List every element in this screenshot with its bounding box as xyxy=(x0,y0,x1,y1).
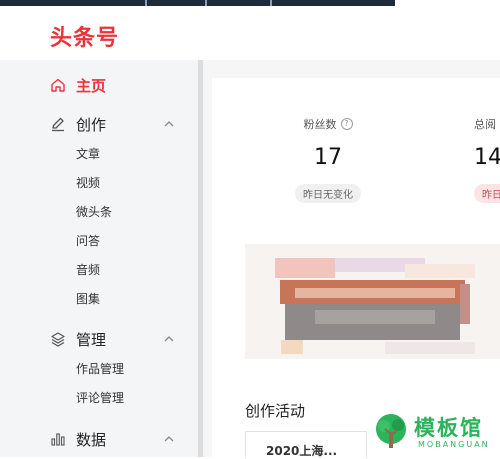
sidebar-item-home[interactable]: 主页 xyxy=(50,74,106,96)
stat-followers[interactable]: 粉丝数 ? 17 昨日无变化 xyxy=(288,116,368,203)
sidebar-item-qa[interactable]: 问答 xyxy=(76,233,100,249)
stat-label: 粉丝数 xyxy=(303,118,337,131)
toutiao-logo[interactable]: 头条号 xyxy=(50,20,119,52)
app-header: 头条号 xyxy=(0,6,500,60)
chevron-up-icon[interactable] xyxy=(163,118,175,130)
sidebar-group-data[interactable]: 数据 xyxy=(50,428,106,450)
activity-title: 2020上海... xyxy=(266,444,338,458)
sidebar-item-works-manage[interactable]: 作品管理 xyxy=(76,361,124,377)
sidebar-item-label: 主页 xyxy=(76,76,107,95)
promo-banner-blurred[interactable] xyxy=(245,244,500,359)
sidebar-item-comments-manage[interactable]: 评论管理 xyxy=(76,390,124,406)
stat-value: 17 xyxy=(314,145,342,170)
watermark-cn: 模板馆 xyxy=(414,416,483,440)
sidebar-group-create[interactable]: 创作 xyxy=(50,113,106,135)
stat-change-badge: 昨日无变化 xyxy=(295,184,361,203)
question-circle-icon[interactable]: ? xyxy=(340,118,353,130)
pen-icon xyxy=(50,116,66,132)
bar-chart-icon xyxy=(50,431,66,447)
sidebar-item-weitoutiao[interactable]: 微头条 xyxy=(76,204,112,220)
chevron-up-icon[interactable] xyxy=(163,333,175,345)
watermark: 模板馆 MOBANGUAN xyxy=(368,410,500,454)
sidebar-item-video[interactable]: 视频 xyxy=(76,175,100,191)
sidebar-item-gallery[interactable]: 图集 xyxy=(76,291,100,307)
sidebar-item-audio[interactable]: 音频 xyxy=(76,262,100,278)
sidebar-item-label: 创作 xyxy=(76,115,107,134)
section-title-activities: 创作活动 xyxy=(245,402,306,420)
sidebar-group-manage[interactable]: 管理 xyxy=(50,328,106,350)
sidebar-item-label: 数据 xyxy=(76,430,107,449)
stat-label: 总阅 xyxy=(474,118,496,131)
home-icon xyxy=(50,77,66,93)
sidebar-item-label: 管理 xyxy=(76,330,107,349)
stat-value: 14 xyxy=(474,145,500,170)
stat-change-badge: 昨日 xyxy=(474,184,500,203)
chevron-up-icon[interactable] xyxy=(163,433,175,445)
activity-card[interactable]: 2020上海... xyxy=(245,431,367,458)
sidebar-item-article[interactable]: 文章 xyxy=(76,146,100,162)
layers-icon xyxy=(50,331,66,347)
stat-total-reads[interactable]: 总阅 14 昨日 xyxy=(474,116,500,203)
tree-logo-icon xyxy=(372,412,410,450)
watermark-en: MOBANGUAN xyxy=(418,440,490,449)
